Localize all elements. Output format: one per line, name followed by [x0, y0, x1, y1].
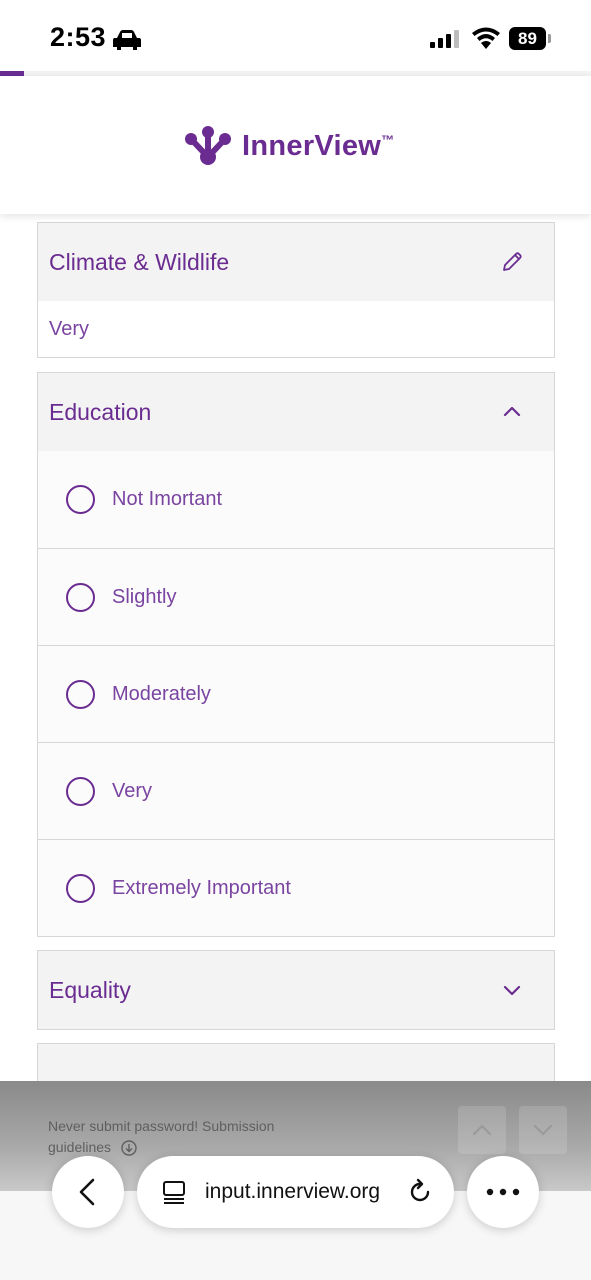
radio-button[interactable]	[66, 582, 95, 612]
trademark: ™	[381, 131, 395, 147]
option-slightly[interactable]: Slightly	[38, 548, 554, 645]
question-card-equality: Equality	[37, 950, 555, 1030]
car-icon	[113, 30, 141, 50]
option-label: Extremely Important	[112, 876, 291, 899]
selected-answer: Very	[49, 317, 90, 340]
chevron-up-icon[interactable]	[500, 400, 524, 424]
submission-notice: Never submit password! Submission guidel…	[48, 1116, 308, 1158]
edit-pencil-icon[interactable]	[500, 250, 524, 274]
question-title: Climate & Wildlife	[49, 248, 230, 275]
app-header: InnerView™	[0, 76, 591, 214]
option-label: Slightly	[112, 585, 177, 608]
more-horizontal-icon	[486, 1188, 520, 1196]
logo[interactable]: InnerView™	[182, 126, 394, 166]
back-arrow-icon	[79, 1178, 95, 1206]
question-card-climate: Climate & Wildlife Very	[37, 222, 555, 358]
option-moderately[interactable]: Moderately	[38, 645, 554, 742]
download-circle-icon[interactable]	[121, 1140, 137, 1156]
innerview-logo-icon	[185, 126, 231, 165]
option-very[interactable]: Very	[38, 742, 554, 839]
chevron-down-icon	[533, 1124, 553, 1136]
brand-name: InnerView™	[242, 130, 394, 163]
options-list: Not Imortant Slightly Moderately Very Ex…	[38, 451, 554, 936]
option-label: Moderately	[112, 682, 211, 705]
status-bar: 2:53 89	[0, 0, 591, 72]
radio-button[interactable]	[66, 679, 95, 709]
battery-indicator: 89	[509, 27, 546, 50]
option-label: Very	[112, 779, 153, 802]
tabs-icon	[163, 1181, 185, 1204]
radio-button[interactable]	[66, 873, 95, 903]
scroll-up-button[interactable]	[458, 1106, 506, 1154]
option-not-important[interactable]: Not Imortant	[38, 451, 554, 548]
option-label: Not Imortant	[112, 488, 223, 510]
more-options-button[interactable]	[467, 1156, 539, 1228]
brand-name-text: InnerView	[242, 129, 382, 162]
question-card-education: Education Not Imortant Slightly Moderate…	[37, 372, 555, 937]
question-title: Equality	[49, 976, 131, 1003]
url-text: input.innerview.org	[205, 1180, 381, 1203]
address-bar[interactable]: input.innerview.org	[137, 1156, 454, 1228]
question-header[interactable]: Climate & Wildlife	[38, 223, 554, 301]
notice-text: Never submit password! Submission guidel…	[48, 1118, 275, 1155]
clock: 2:53	[50, 22, 107, 52]
chevron-up-icon	[472, 1124, 492, 1136]
reload-icon[interactable]	[406, 1178, 434, 1206]
radio-button[interactable]	[66, 776, 95, 806]
browser-back-button[interactable]	[52, 1156, 124, 1228]
wifi-icon	[472, 27, 500, 49]
chevron-down-icon[interactable]	[500, 978, 524, 1002]
cellular-signal-icon	[430, 30, 459, 48]
battery-tip	[548, 34, 551, 43]
battery-level: 89	[518, 29, 537, 48]
question-header[interactable]: Equality	[38, 951, 554, 1029]
scroll-down-button[interactable]	[519, 1106, 567, 1154]
radio-button[interactable]	[66, 485, 95, 514]
option-extremely-important[interactable]: Extremely Important	[38, 839, 554, 936]
question-header[interactable]: Education	[38, 373, 554, 451]
question-title: Education	[49, 398, 152, 425]
